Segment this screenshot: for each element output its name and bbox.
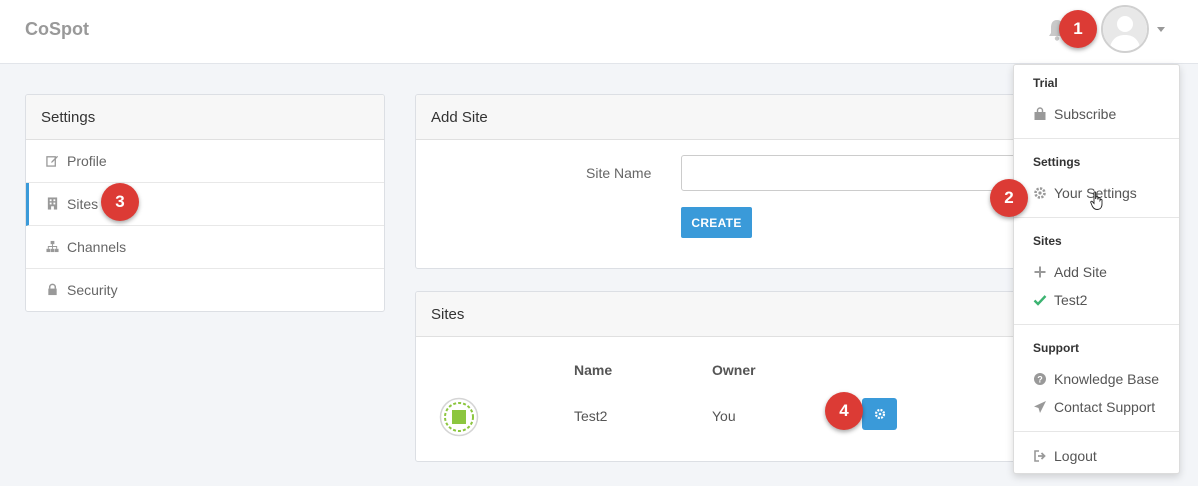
menu-item-your-settings[interactable]: Your Settings: [1033, 185, 1137, 201]
user-dropdown-menu: Trial Subscribe Settings Your Settings S…: [1013, 64, 1180, 474]
menu-item-knowledge-base[interactable]: ? Knowledge Base: [1033, 371, 1159, 387]
sidebar-item-channels[interactable]: Channels: [26, 226, 384, 269]
menu-divider: [1014, 217, 1179, 218]
menu-item-label: Test2: [1054, 292, 1088, 308]
menu-item-site-test2[interactable]: Test2: [1033, 292, 1087, 308]
paper-plane-icon: [1034, 401, 1046, 413]
user-silhouette-icon: [1103, 7, 1147, 51]
lock-icon: [48, 283, 57, 296]
svg-text:?: ?: [1037, 375, 1043, 385]
sidebar-item-security[interactable]: Security: [26, 269, 384, 311]
column-header-owner: Owner: [712, 362, 756, 378]
callout-badge-4: 4: [825, 392, 863, 430]
sign-out-icon: [1034, 450, 1046, 462]
site-logo-icon: [439, 397, 479, 437]
menu-item-add-site[interactable]: Add Site: [1033, 264, 1107, 280]
gear-icon: [1034, 187, 1046, 199]
dropdown-heading-support: Support: [1033, 341, 1079, 355]
shopping-bag-icon: [1034, 107, 1046, 120]
column-header-name: Name: [574, 362, 613, 378]
site-name-label: Site Name: [586, 165, 652, 181]
create-button[interactable]: CREATE: [681, 207, 752, 238]
top-navbar: CoSpot: [0, 0, 1198, 64]
sites-panel-title: Sites: [416, 292, 1034, 337]
menu-item-subscribe[interactable]: Subscribe: [1033, 106, 1116, 122]
menu-item-label: Add Site: [1054, 264, 1107, 280]
callout-badge-2: 2: [990, 179, 1028, 217]
dropdown-heading-sites: Sites: [1033, 234, 1062, 248]
plus-icon: [1034, 266, 1046, 278]
edit-icon: [46, 155, 59, 167]
hand-cursor-icon: [1090, 191, 1103, 210]
menu-item-label: Logout: [1054, 448, 1097, 464]
building-icon: [47, 197, 58, 210]
sidebar-item-sites[interactable]: Sites: [26, 183, 384, 226]
chevron-down-icon[interactable]: [1157, 27, 1165, 32]
menu-divider: [1014, 138, 1179, 139]
settings-panel-title: Settings: [26, 95, 384, 140]
sidebar-item-label: Profile: [67, 153, 107, 169]
menu-item-label: Contact Support: [1054, 399, 1156, 415]
sitemap-icon: [46, 240, 59, 253]
sidebar-item-label: Security: [67, 282, 118, 298]
sidebar-item-label: Sites: [67, 196, 99, 212]
sites-panel: Sites Name Owner Test2 You: [415, 291, 1035, 462]
dropdown-heading-trial: Trial: [1033, 76, 1058, 90]
site-name-cell: Test2: [574, 408, 608, 424]
question-circle-icon: ?: [1034, 373, 1046, 385]
add-site-panel: Add Site Site Name CREATE: [415, 94, 1035, 269]
sidebar-item-label: Channels: [67, 239, 127, 255]
menu-item-contact-support[interactable]: Contact Support: [1033, 399, 1155, 415]
callout-badge-1: 1: [1059, 10, 1097, 48]
site-settings-button[interactable]: [862, 398, 897, 430]
dropdown-heading-settings: Settings: [1033, 155, 1081, 169]
menu-divider: [1014, 431, 1179, 432]
check-icon: [1033, 295, 1047, 306]
site-owner-cell: You: [712, 408, 736, 424]
site-name-input[interactable]: [681, 155, 1021, 191]
menu-divider: [1014, 324, 1179, 325]
user-avatar[interactable]: [1101, 5, 1149, 53]
menu-item-logout[interactable]: Logout: [1033, 448, 1097, 464]
callout-badge-3: 3: [101, 183, 139, 221]
gear-icon: [874, 408, 885, 420]
brand-logo[interactable]: CoSpot: [25, 19, 89, 40]
settings-panel: Settings Profile Sites Channels Security: [25, 94, 385, 312]
add-site-title: Add Site: [416, 95, 1034, 140]
sidebar-item-profile[interactable]: Profile: [26, 140, 384, 183]
menu-item-label: Subscribe: [1054, 106, 1117, 122]
menu-item-label: Knowledge Base: [1054, 371, 1160, 387]
